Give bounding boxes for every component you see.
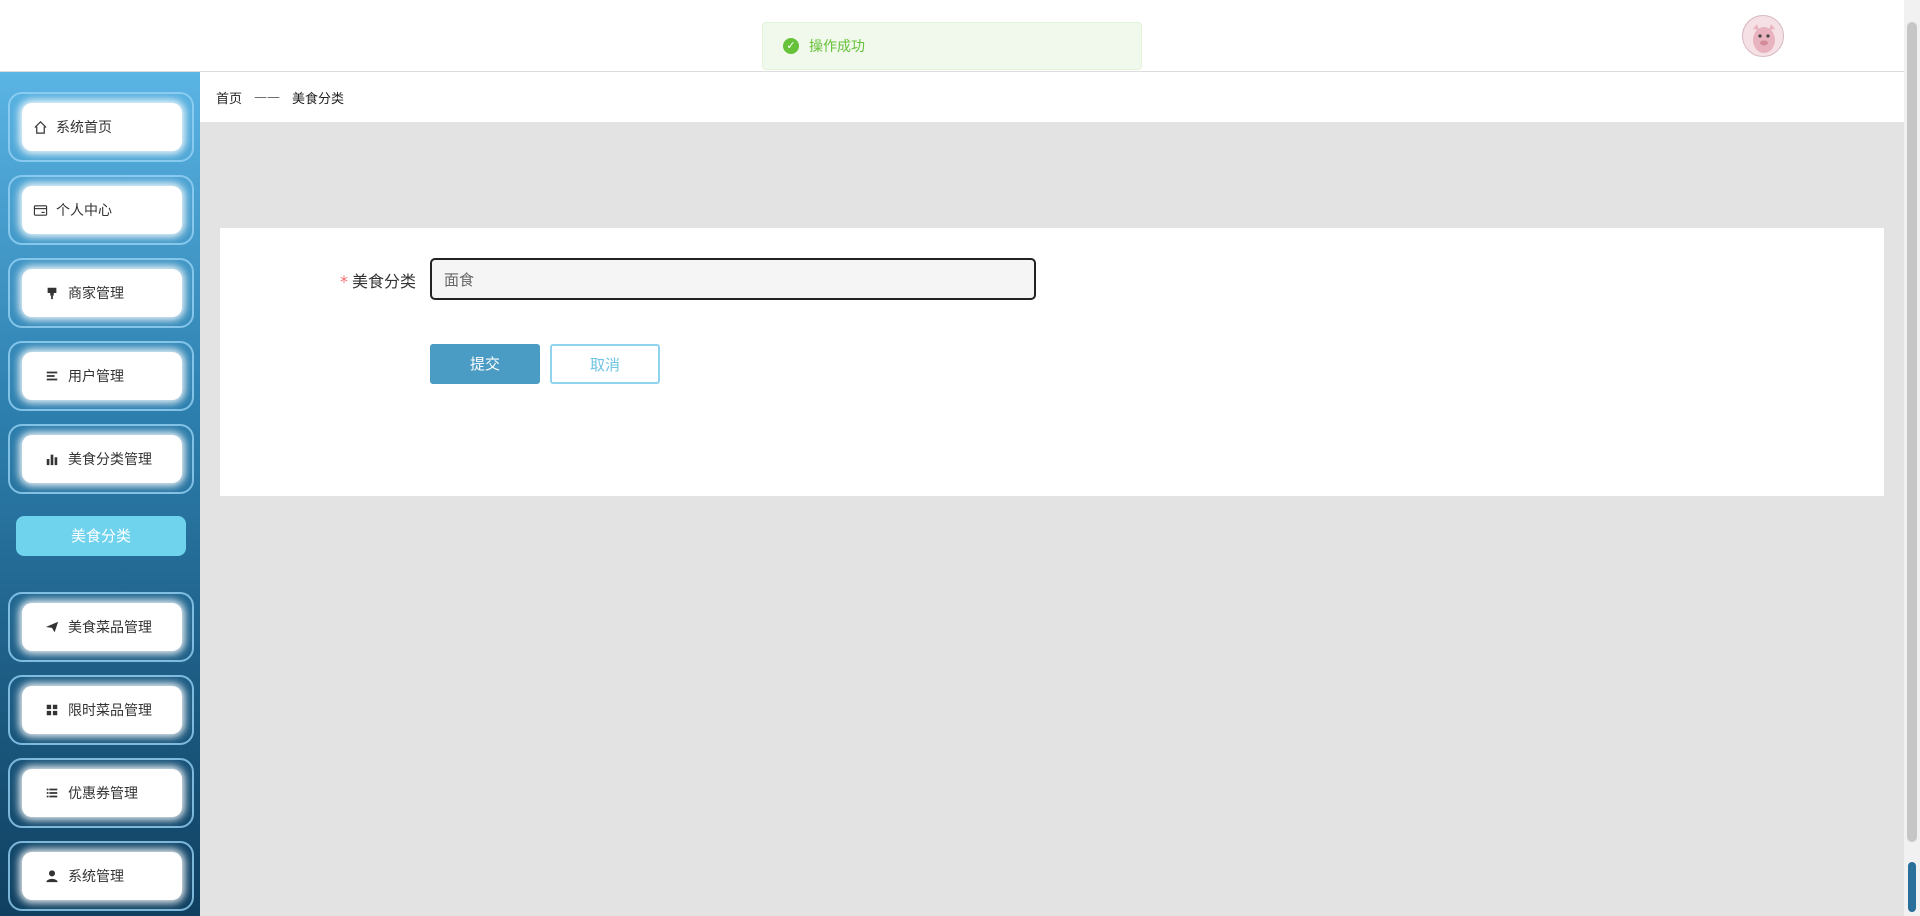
sidebar-item-merchant[interactable]: 商家管理 [22, 269, 182, 317]
sidebar-item-limited-dishes[interactable]: 限时菜品管理 [22, 686, 182, 734]
breadcrumb: 首页 —— 美食分类 [200, 72, 1904, 122]
sidebar-item-profile[interactable]: 个人中心 [22, 186, 182, 234]
breadcrumb-current: 美食分类 [292, 91, 345, 107]
sidebar-item-label: 限时菜品管理 [68, 703, 152, 719]
success-toast: ✓ 操作成功 [762, 22, 1142, 70]
menu-icon [44, 785, 60, 801]
list-icon [44, 368, 60, 384]
food-category-label-text: 美食分类 [352, 272, 417, 291]
sidebar-item-label: 用户管理 [68, 369, 124, 385]
sidebar-group-limited: 限时菜品管理 [8, 675, 194, 745]
grid-icon [44, 702, 60, 718]
sidebar-item-label: 系统首页 [56, 120, 112, 136]
cancel-button[interactable]: 取消 [550, 344, 660, 384]
breadcrumb-home[interactable]: 首页 [216, 88, 242, 107]
sidebar: 系统首页 个人中心 商家管理 用户管理 美食分类管理 美食分类 美食菜品管理 限… [0, 72, 200, 916]
scrollbar-thumb[interactable] [1907, 22, 1917, 842]
sidebar-group-merchant: 商家管理 [8, 258, 194, 328]
sidebar-item-system[interactable]: 系统管理 [22, 852, 182, 900]
sidebar-group-users: 用户管理 [8, 341, 194, 411]
food-category-input[interactable] [430, 258, 1036, 300]
sidebar-item-label: 系统管理 [68, 869, 124, 885]
card-icon [32, 202, 48, 218]
user-icon [44, 868, 60, 884]
sidebar-group-dishes: 美食菜品管理 [8, 592, 194, 662]
sidebar-item-label: 个人中心 [56, 203, 112, 219]
stamp-icon [44, 285, 60, 301]
sidebar-group-coupons: 优惠券管理 [8, 758, 194, 828]
sidebar-item-home[interactable]: 系统首页 [22, 103, 182, 151]
sidebar-group-food-category: 美食分类管理 [8, 424, 194, 494]
sidebar-group-home: 系统首页 [8, 92, 194, 162]
breadcrumb-separator: —— [254, 89, 281, 105]
bar-chart-icon [44, 451, 60, 467]
top-header: 基于协同过滤算法的...实现 ✓ 操作成功 [0, 0, 1904, 72]
scrollbar-bottom-thumb[interactable] [1908, 862, 1916, 912]
sidebar-item-food-category-management[interactable]: 美食分类管理 [22, 435, 182, 483]
sidebar-item-label: 商家管理 [68, 286, 124, 302]
sidebar-item-dishes[interactable]: 美食菜品管理 [22, 603, 182, 651]
avatar-image-icon [1743, 16, 1783, 56]
sidebar-item-label: 优惠券管理 [68, 786, 138, 802]
sidebar-item-label: 美食分类管理 [68, 452, 152, 468]
sidebar-item-users[interactable]: 用户管理 [22, 352, 182, 400]
sidebar-item-coupons[interactable]: 优惠券管理 [22, 769, 182, 817]
check-circle-icon: ✓ [783, 38, 799, 54]
submenu-item-food-category[interactable]: 美食分类 [16, 516, 186, 556]
food-category-form: *美食分类 提交 取消 [220, 228, 1884, 496]
sidebar-item-label: 美食菜品管理 [68, 620, 152, 636]
home-icon [32, 119, 48, 135]
page-scrollbar[interactable] [1904, 0, 1920, 916]
sidebar-group-profile: 个人中心 [8, 175, 194, 245]
sidebar-group-system: 系统管理 [8, 841, 194, 911]
toast-message: 操作成功 [809, 39, 865, 55]
required-mark: * [340, 272, 348, 291]
food-category-label: * 美食分类 [340, 268, 416, 292]
send-icon [44, 619, 60, 635]
submit-button[interactable]: 提交 [430, 344, 540, 384]
user-avatar[interactable] [1742, 15, 1784, 57]
